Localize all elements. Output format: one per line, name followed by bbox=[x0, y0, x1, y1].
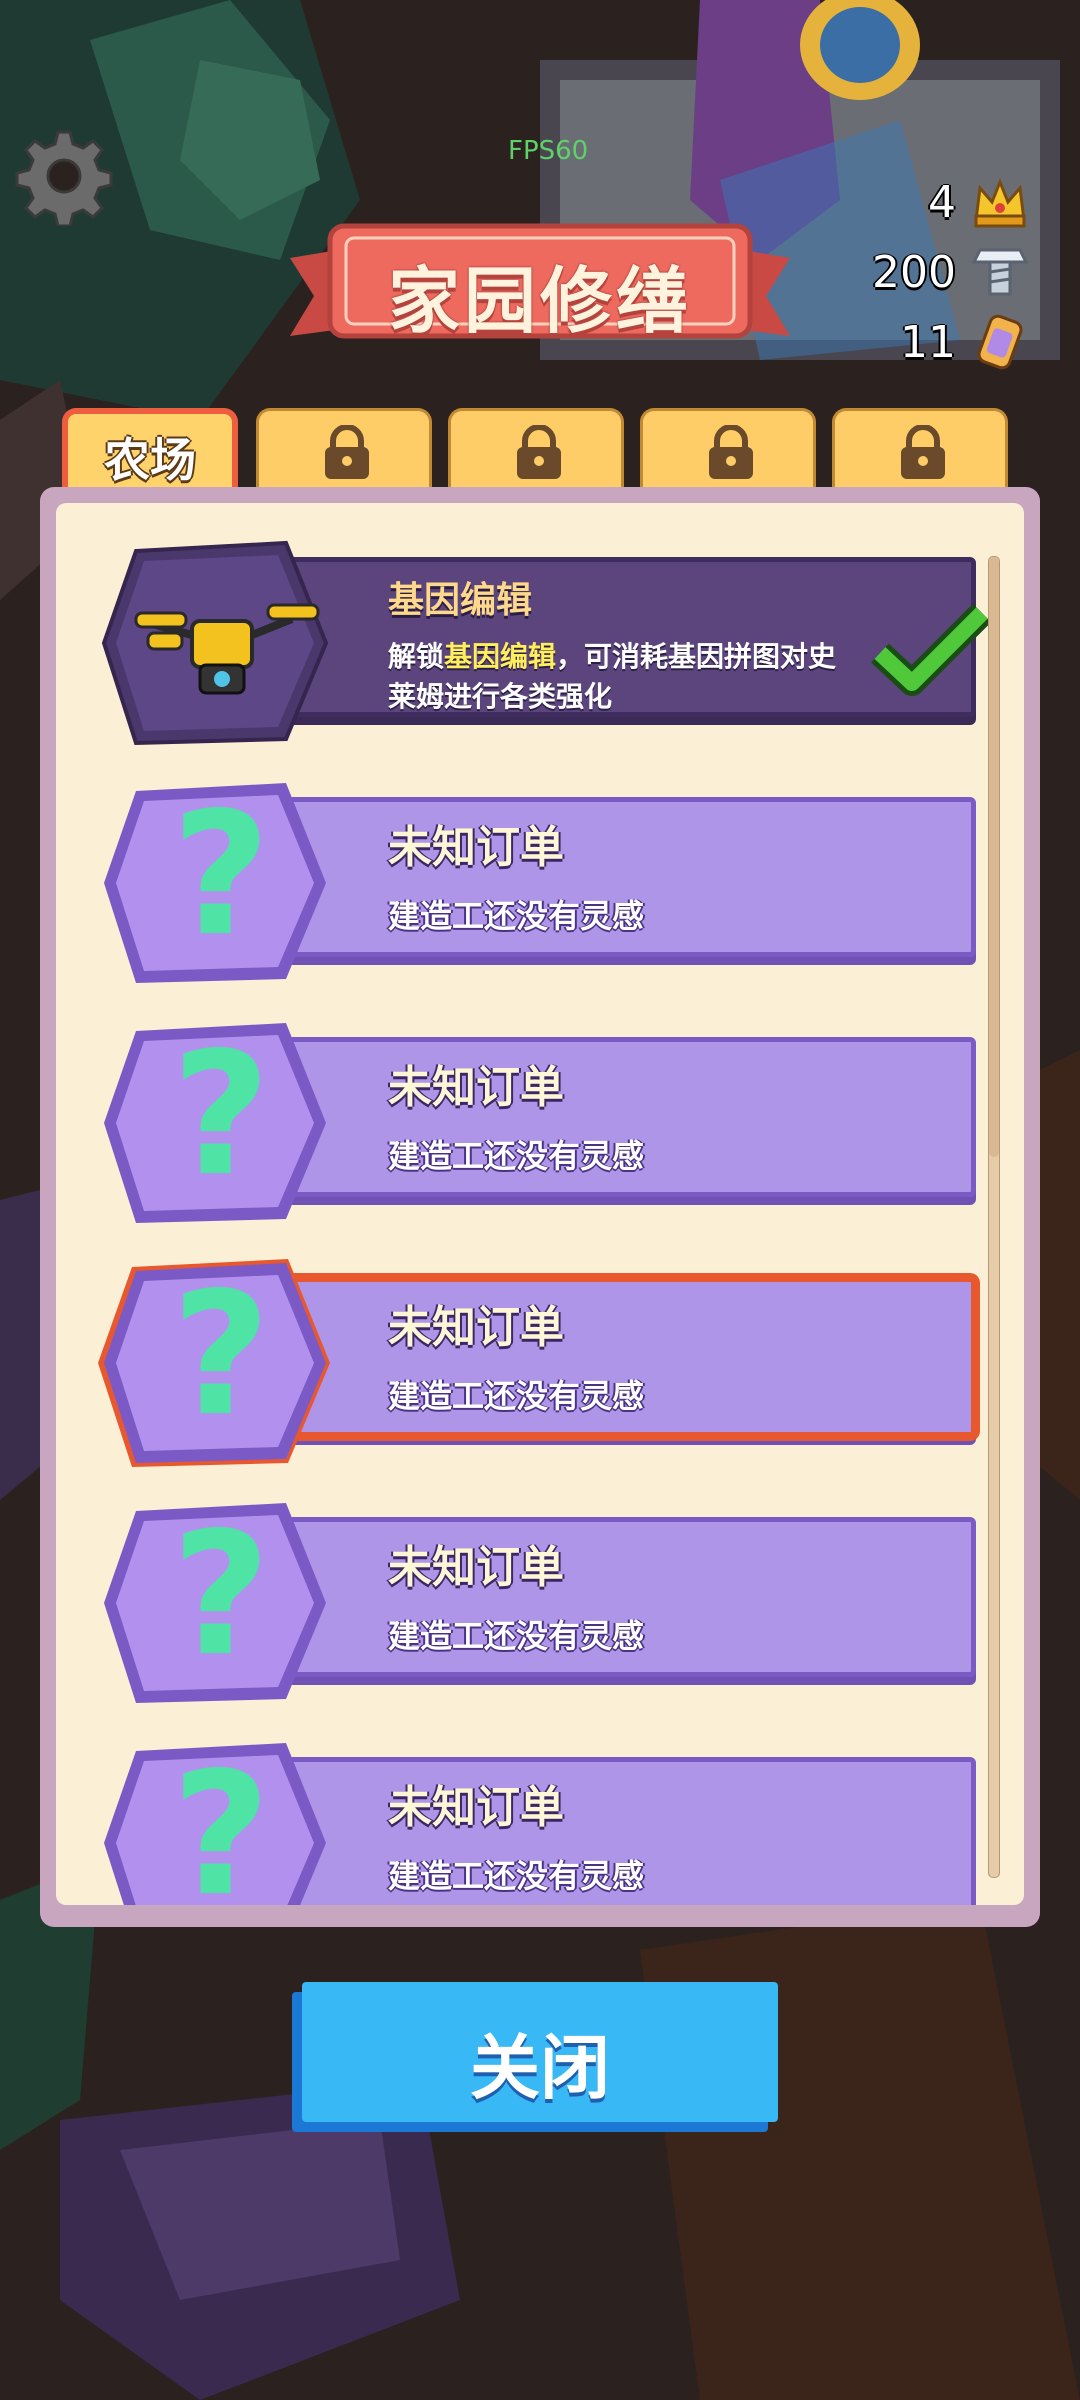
settings-gear-icon[interactable] bbox=[14, 126, 114, 226]
question-mark-icon: ? bbox=[104, 1736, 326, 1905]
question-mark-icon: ? bbox=[104, 776, 326, 983]
potion-counter: 11 bbox=[900, 312, 1030, 372]
page-title: 家园修缮 bbox=[387, 259, 692, 343]
lock-icon bbox=[517, 425, 561, 479]
title-banner: 家园修缮 bbox=[290, 218, 790, 348]
crown-icon bbox=[974, 177, 1026, 228]
card-description: 建造工还没有灵感 bbox=[388, 1857, 645, 1895]
drone-icon bbox=[101, 540, 329, 746]
question-mark-icon: ? bbox=[104, 1016, 326, 1223]
potion-count: 11 bbox=[900, 316, 956, 368]
close-button-label: 关闭 bbox=[470, 2027, 610, 2109]
card-description: 建造工还没有灵感 bbox=[388, 897, 645, 935]
fps-counter: FPS60 bbox=[508, 136, 589, 166]
lock-icon bbox=[325, 425, 369, 479]
list-item-unknown-order[interactable]: ? 未知订单 建造工还没有灵感 bbox=[96, 1493, 996, 1703]
repair-panel: 基因编辑 解锁基因编辑，可消耗基因拼图对史莱姆进行各类强化 ? 未知订单 建造工… bbox=[40, 487, 1040, 1927]
list-item-unknown-order[interactable]: ? 未知订单 建造工还没有灵感 bbox=[96, 1013, 996, 1223]
question-mark-icon: ? bbox=[98, 1256, 330, 1467]
svg-text:?: ? bbox=[172, 1256, 271, 1454]
card-title: 未知订单 bbox=[388, 1542, 564, 1593]
checkmark-icon bbox=[871, 603, 992, 696]
card-description: 建造工还没有灵感 bbox=[388, 1617, 645, 1655]
svg-text:?: ? bbox=[172, 1496, 271, 1694]
card-title: 基因编辑 bbox=[388, 580, 533, 621]
svg-text:?: ? bbox=[172, 1016, 271, 1214]
card-description: 建造工还没有灵感 bbox=[388, 1137, 645, 1175]
card-list[interactable]: 基因编辑 解锁基因编辑，可消耗基因拼图对史莱姆进行各类强化 ? 未知订单 建造工… bbox=[56, 503, 1024, 1905]
question-mark-icon: ? bbox=[104, 1496, 326, 1703]
tab-farm[interactable]: 农场 bbox=[62, 408, 238, 490]
close-button[interactable]: 关闭 bbox=[290, 1982, 790, 2128]
card-title: 未知订单 bbox=[388, 1302, 564, 1353]
bolt-count: 200 bbox=[872, 246, 956, 298]
lock-icon bbox=[709, 425, 753, 479]
bolt-icon bbox=[971, 248, 1029, 296]
tab-locked-3[interactable] bbox=[640, 408, 816, 490]
lock-icon bbox=[901, 425, 945, 479]
list-item-unknown-order[interactable]: ? 未知订单 建造工还没有灵感 bbox=[96, 1733, 996, 1905]
tab-locked-1[interactable] bbox=[256, 408, 432, 490]
bolt-counter: 200 bbox=[872, 242, 1030, 302]
card-description: 建造工还没有灵感 bbox=[388, 1377, 645, 1415]
scrollbar[interactable] bbox=[988, 556, 1000, 1878]
svg-text:?: ? bbox=[172, 776, 271, 974]
scrollbar-thumb[interactable] bbox=[989, 557, 999, 1157]
gene-potion-icon bbox=[977, 314, 1023, 370]
tab-farm-label: 农场 bbox=[104, 433, 196, 487]
card-title: 未知订单 bbox=[388, 1782, 564, 1833]
card-title: 未知订单 bbox=[388, 1062, 564, 1113]
card-description-highlight: 基因编辑 bbox=[444, 640, 557, 673]
tab-locked-2[interactable] bbox=[448, 408, 624, 490]
card-description-prefix: 解锁 bbox=[388, 640, 445, 673]
card-description: 解锁基因编辑，可消耗基因拼图对史莱姆进行各类强化 bbox=[388, 637, 848, 717]
list-item-unknown-order[interactable]: ? 未知订单 建造工还没有灵感 bbox=[96, 773, 996, 983]
crown-count: 4 bbox=[928, 176, 956, 228]
card-title: 未知订单 bbox=[388, 822, 564, 873]
svg-text:?: ? bbox=[172, 1736, 271, 1905]
list-item-unknown-order-selected[interactable]: ? 未知订单 建造工还没有灵感 bbox=[96, 1253, 996, 1467]
crown-counter: 4 bbox=[928, 172, 1030, 232]
tab-locked-4[interactable] bbox=[832, 408, 1008, 490]
list-item-gene-editing[interactable]: 基因编辑 解锁基因编辑，可消耗基因拼图对史莱姆进行各类强化 bbox=[96, 533, 996, 746]
category-tabs: 农场 bbox=[62, 408, 1017, 490]
